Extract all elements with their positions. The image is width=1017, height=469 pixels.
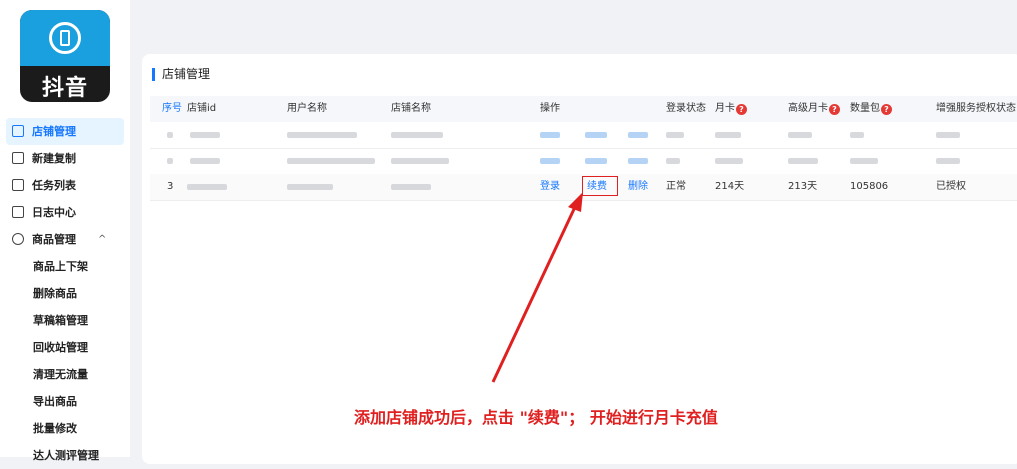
arrow-head xyxy=(568,192,583,212)
arrow-shaft xyxy=(491,206,577,383)
annotation-arrow xyxy=(491,192,583,383)
annotation-text: 添加店铺成功后，点击 "续费"； 开始进行月卡充值 xyxy=(354,408,718,427)
